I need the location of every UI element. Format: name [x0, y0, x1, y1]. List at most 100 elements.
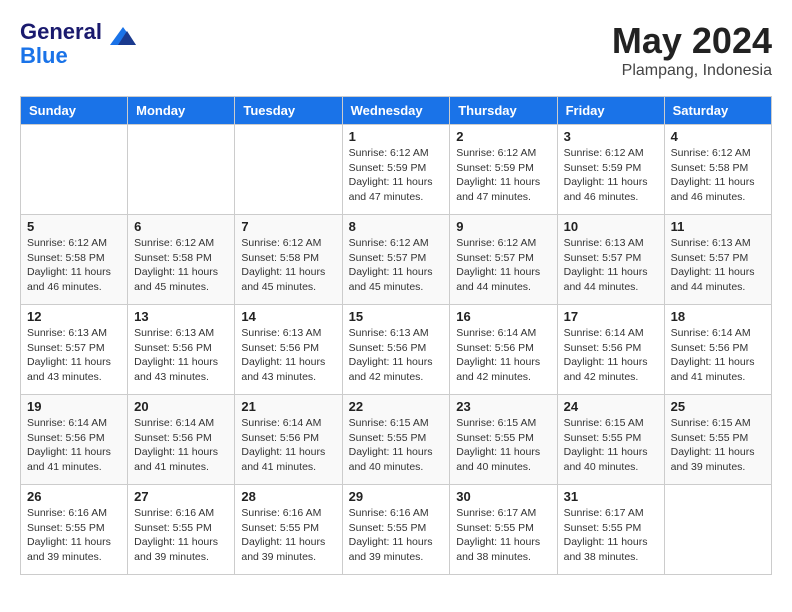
weekday-header-sunday: Sunday: [21, 97, 128, 125]
day-info: Sunrise: 6:13 AMSunset: 5:56 PMDaylight:…: [134, 326, 228, 385]
calendar-week-3: 12 Sunrise: 6:13 AMSunset: 5:57 PMDayligh…: [21, 305, 772, 395]
day-info: Sunrise: 6:14 AMSunset: 5:56 PMDaylight:…: [241, 416, 335, 475]
calendar-cell: 29Sunrise: 6:16 AMSunset: 5:55 PMDayligh…: [342, 485, 450, 575]
calendar-cell: [21, 125, 128, 215]
day-number: 20: [134, 399, 228, 414]
day-info: Sunrise: 6:12 AMSunset: 5:58 PMDaylight:…: [134, 236, 228, 295]
day-number: 12: [27, 309, 121, 324]
day-info: Sunrise: 6:16 AMSunset: 5:55 PMDaylight:…: [134, 506, 228, 565]
calendar-cell: 19 Sunrise: 6:14 AMSunset: 5:56 PMDayligh…: [21, 395, 128, 485]
calendar-week-4: 19 Sunrise: 6:14 AMSunset: 5:56 PMDayligh…: [21, 395, 772, 485]
day-info: Sunrise: 6:16 AMSunset: 5:55 PMDaylight:…: [27, 506, 121, 565]
calendar-cell: 1Sunrise: 6:12 AMSunset: 5:59 PMDaylight…: [342, 125, 450, 215]
calendar-cell: 27 Sunrise: 6:16 AMSunset: 5:55 PMDayligh…: [128, 485, 235, 575]
calendar-cell: 18Sunrise: 6:14 AMSunset: 5:56 PMDayligh…: [664, 305, 771, 395]
day-info: Sunrise: 6:14 AMSunset: 5:56 PMDaylight:…: [27, 416, 121, 475]
calendar-cell: [128, 125, 235, 215]
calendar-cell: 20 Sunrise: 6:14 AMSunset: 5:56 PMDayligh…: [128, 395, 235, 485]
day-number: 25: [671, 399, 765, 414]
day-info: Sunrise: 6:13 AMSunset: 5:57 PMDaylight:…: [671, 236, 765, 295]
day-number: 27: [134, 489, 228, 504]
day-number: 14: [241, 309, 335, 324]
calendar-cell: 16 Sunrise: 6:14 AMSunset: 5:56 PMDayligh…: [450, 305, 557, 395]
day-number: 31: [564, 489, 658, 504]
day-info: Sunrise: 6:16 AMSunset: 5:55 PMDaylight:…: [241, 506, 335, 565]
weekday-header-thursday: Thursday: [450, 97, 557, 125]
day-number: 6: [134, 219, 228, 234]
location-subtitle: Plampang, Indonesia: [612, 62, 772, 80]
day-number: 9: [456, 219, 550, 234]
calendar-cell: 6 Sunrise: 6:12 AMSunset: 5:58 PMDaylight…: [128, 215, 235, 305]
day-number: 13: [134, 309, 228, 324]
day-info: Sunrise: 6:15 AMSunset: 5:55 PMDaylight:…: [671, 416, 765, 475]
calendar-cell: 26 Sunrise: 6:16 AMSunset: 5:55 PMDayligh…: [21, 485, 128, 575]
day-info: Sunrise: 6:14 AMSunset: 5:56 PMDaylight:…: [671, 326, 765, 385]
day-info: Sunrise: 6:14 AMSunset: 5:56 PMDaylight:…: [134, 416, 228, 475]
calendar-cell: 22 Sunrise: 6:15 AMSunset: 5:55 PMDayligh…: [342, 395, 450, 485]
day-info: Sunrise: 6:12 AMSunset: 5:59 PMDaylight:…: [564, 146, 658, 205]
calendar-cell: 3 Sunrise: 6:12 AMSunset: 5:59 PMDaylight…: [557, 125, 664, 215]
day-info: Sunrise: 6:17 AMSunset: 5:55 PMDaylight:…: [456, 506, 550, 565]
day-number: 7: [241, 219, 335, 234]
calendar-cell: 24Sunrise: 6:15 AMSunset: 5:55 PMDayligh…: [557, 395, 664, 485]
day-number: 8: [349, 219, 444, 234]
calendar-cell: 28 Sunrise: 6:16 AMSunset: 5:55 PMDayligh…: [235, 485, 342, 575]
day-info: Sunrise: 6:16 AMSunset: 5:55 PMDaylight:…: [349, 506, 444, 565]
day-number: 4: [671, 129, 765, 144]
day-number: 19: [27, 399, 121, 414]
calendar-cell: 7 Sunrise: 6:12 AMSunset: 5:58 PMDaylight…: [235, 215, 342, 305]
month-year-title: May 2024: [612, 20, 772, 62]
weekday-header-saturday: Saturday: [664, 97, 771, 125]
calendar-week-5: 26 Sunrise: 6:16 AMSunset: 5:55 PMDayligh…: [21, 485, 772, 575]
calendar-cell: [664, 485, 771, 575]
weekday-header-wednesday: Wednesday: [342, 97, 450, 125]
title-block: May 2024 Plampang, Indonesia: [612, 20, 772, 80]
day-info: Sunrise: 6:15 AMSunset: 5:55 PMDaylight:…: [564, 416, 658, 475]
calendar-cell: 25 Sunrise: 6:15 AMSunset: 5:55 PMDayligh…: [664, 395, 771, 485]
weekday-header-monday: Monday: [128, 97, 235, 125]
day-number: 23: [456, 399, 550, 414]
day-number: 21: [241, 399, 335, 414]
day-number: 3: [564, 129, 658, 144]
day-info: Sunrise: 6:15 AMSunset: 5:55 PMDaylight:…: [456, 416, 550, 475]
logo-icon: [108, 23, 138, 47]
day-number: 11: [671, 219, 765, 234]
day-info: Sunrise: 6:14 AMSunset: 5:56 PMDaylight:…: [456, 326, 550, 385]
day-number: 5: [27, 219, 121, 234]
calendar-cell: 5 Sunrise: 6:12 AMSunset: 5:58 PMDaylight…: [21, 215, 128, 305]
calendar-cell: 21 Sunrise: 6:14 AMSunset: 5:56 PMDayligh…: [235, 395, 342, 485]
calendar-cell: 14 Sunrise: 6:13 AMSunset: 5:56 PMDayligh…: [235, 305, 342, 395]
calendar-cell: 15Sunrise: 6:13 AMSunset: 5:56 PMDayligh…: [342, 305, 450, 395]
day-number: 30: [456, 489, 550, 504]
calendar-cell: 30 Sunrise: 6:17 AMSunset: 5:55 PMDayligh…: [450, 485, 557, 575]
calendar-table: SundayMondayTuesdayWednesdayThursdayFrid…: [20, 96, 772, 575]
calendar-cell: 9 Sunrise: 6:12 AMSunset: 5:57 PMDaylight…: [450, 215, 557, 305]
day-info: Sunrise: 6:17 AMSunset: 5:55 PMDaylight:…: [564, 506, 658, 565]
day-number: 16: [456, 309, 550, 324]
calendar-cell: 10Sunrise: 6:13 AMSunset: 5:57 PMDayligh…: [557, 215, 664, 305]
calendar-week-2: 5 Sunrise: 6:12 AMSunset: 5:58 PMDaylight…: [21, 215, 772, 305]
day-info: Sunrise: 6:13 AMSunset: 5:56 PMDaylight:…: [349, 326, 444, 385]
day-info: Sunrise: 6:12 AMSunset: 5:58 PMDaylight:…: [27, 236, 121, 295]
calendar-week-1: 1Sunrise: 6:12 AMSunset: 5:59 PMDaylight…: [21, 125, 772, 215]
day-number: 22: [349, 399, 444, 414]
day-info: Sunrise: 6:13 AMSunset: 5:57 PMDaylight:…: [564, 236, 658, 295]
day-info: Sunrise: 6:15 AMSunset: 5:55 PMDaylight:…: [349, 416, 444, 475]
day-info: Sunrise: 6:13 AMSunset: 5:57 PMDaylight:…: [27, 326, 121, 385]
day-number: 28: [241, 489, 335, 504]
day-info: Sunrise: 6:12 AMSunset: 5:59 PMDaylight:…: [456, 146, 550, 205]
calendar-cell: 23 Sunrise: 6:15 AMSunset: 5:55 PMDayligh…: [450, 395, 557, 485]
day-number: 26: [27, 489, 121, 504]
day-info: Sunrise: 6:12 AMSunset: 5:57 PMDaylight:…: [456, 236, 550, 295]
day-number: 2: [456, 129, 550, 144]
calendar-cell: 13 Sunrise: 6:13 AMSunset: 5:56 PMDayligh…: [128, 305, 235, 395]
weekday-header-friday: Friday: [557, 97, 664, 125]
calendar-cell: 17Sunrise: 6:14 AMSunset: 5:56 PMDayligh…: [557, 305, 664, 395]
day-info: Sunrise: 6:14 AMSunset: 5:56 PMDaylight:…: [564, 326, 658, 385]
day-info: Sunrise: 6:12 AMSunset: 5:58 PMDaylight:…: [241, 236, 335, 295]
logo: General Blue: [20, 20, 138, 69]
day-info: Sunrise: 6:12 AMSunset: 5:57 PMDaylight:…: [349, 236, 444, 295]
calendar-cell: 4Sunrise: 6:12 AMSunset: 5:58 PMDaylight…: [664, 125, 771, 215]
day-info: Sunrise: 6:13 AMSunset: 5:56 PMDaylight:…: [241, 326, 335, 385]
calendar-cell: [235, 125, 342, 215]
